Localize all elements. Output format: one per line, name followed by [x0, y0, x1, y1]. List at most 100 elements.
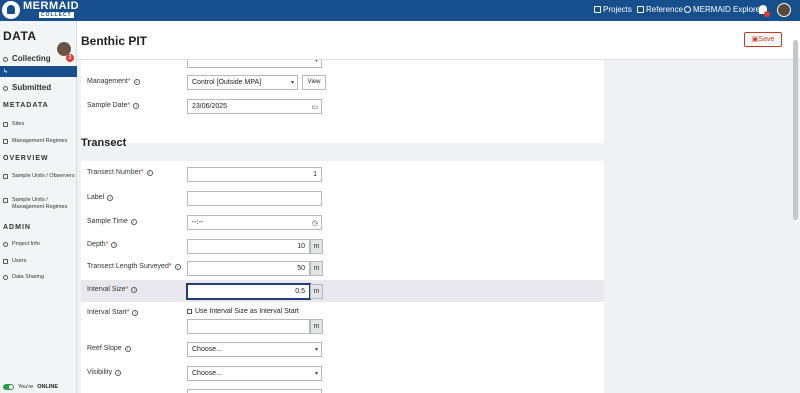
sidebar-item-collecting[interactable]: Collecting [0, 52, 77, 65]
sidebar-selected-collect-record[interactable]: ↳ [0, 66, 77, 77]
projects-icon [594, 6, 601, 13]
nav-projects-link[interactable]: Projects [594, 5, 632, 14]
info-icon[interactable]: i [115, 370, 122, 376]
sidebar-item-project-info[interactable]: Project Info [3, 241, 40, 248]
sidebar: DATA 2 Collecting ↳ Submitted METADATA S… [0, 21, 77, 393]
transect-length-input[interactable]: 50 [187, 261, 310, 276]
info-icon[interactable]: i [131, 287, 138, 293]
transect-length-label: Transect Length Surveyed* i [87, 263, 181, 270]
calendar-icon[interactable]: ▭ [311, 101, 318, 114]
admin-heading: ADMIN [3, 224, 31, 231]
info-icon[interactable]: i [133, 79, 140, 85]
sidebar-item-label: Management Regimes [12, 138, 68, 144]
management-view-button[interactable]: View [302, 75, 326, 90]
label-input[interactable] [187, 191, 322, 206]
interval-start-unit: m [310, 319, 323, 334]
nav-reference-link[interactable]: Reference [637, 5, 683, 14]
transect-length-row: Transect Length Surveyed* i 50 m [81, 257, 604, 279]
interval-start-input[interactable] [187, 319, 310, 334]
table-icon [3, 198, 8, 203]
label-row: Label i [81, 188, 604, 210]
interval-start-row: Interval Start* i Use Interval Size as In… [81, 303, 604, 339]
info-icon[interactable]: i [124, 346, 131, 352]
site-info-panel: ▾ Management* i Control [Outside MPA] ▾ V… [81, 51, 604, 143]
nav-explore-label: MERMAID Explore [693, 5, 761, 14]
sidebar-item-sites[interactable]: Sites [3, 121, 24, 128]
brand-subtitle: COLLECT [39, 12, 74, 18]
page-header: Benthic PIT ▣Save [77, 21, 800, 60]
transect-number-input[interactable]: 1 [187, 167, 322, 182]
sidebar-item-label: Sample Units / Observers [12, 173, 75, 179]
management-regimes-icon [3, 139, 8, 144]
checkbox-icon[interactable] [187, 309, 192, 314]
sidebar-item-data-sharing[interactable]: Data Sharing [3, 274, 44, 281]
management-select[interactable]: Control [Outside MPA] ▾ [187, 75, 298, 90]
online-toggle[interactable] [3, 384, 14, 390]
top-navbar: MERMAID COLLECT Projects Reference MERMA… [0, 0, 800, 21]
sidebar-title: DATA [3, 29, 37, 43]
sidebar-item-submitted[interactable]: Submitted [0, 81, 77, 94]
reef-slope-row: Reef Slope i Choose... ▾ [81, 339, 604, 361]
management-label: Management* i [87, 78, 140, 85]
clock-icon[interactable]: ◷ [312, 217, 318, 230]
info-icon[interactable]: i [133, 103, 140, 109]
sites-icon [3, 122, 8, 127]
info-icon[interactable]: i [146, 170, 153, 176]
sample-time-input[interactable]: --:-- ◷ [187, 215, 322, 230]
page-scrollbar[interactable] [793, 40, 798, 220]
sidebar-item-label: Project Info [12, 241, 40, 247]
save-button[interactable]: ▣Save [744, 32, 782, 47]
sidebar-item-users[interactable]: Users [3, 258, 26, 265]
view-label: View [307, 79, 321, 85]
info-icon[interactable]: i [132, 310, 139, 316]
next-field-partial[interactable] [187, 389, 322, 393]
visibility-row: Visibility i Choose... ▾ [81, 363, 604, 385]
interval-start-label: Interval Start* i [87, 309, 139, 316]
info-icon[interactable]: i [130, 219, 137, 225]
sidebar-item-label: Users [12, 258, 27, 264]
interval-size-unit: m [310, 284, 323, 299]
info-icon [3, 242, 8, 247]
online-status[interactable]: You're ONLINE [3, 384, 58, 390]
page-title: Benthic PIT [81, 34, 148, 48]
interval-size-row: Interval Size* i 0.5 m [81, 280, 604, 302]
info-icon[interactable]: i [107, 195, 114, 201]
depth-input[interactable]: 10 [187, 239, 310, 254]
arrow-icon: ↳ [3, 69, 9, 75]
nav-reference-label: Reference [646, 5, 683, 14]
sample-date-input[interactable]: 23/06/2025 ▭ [187, 99, 322, 114]
chevron-down-icon: ▾ [314, 371, 318, 377]
management-row: Management* i Control [Outside MPA] ▾ Vie… [81, 72, 604, 94]
reef-slope-label: Reef Slope i [87, 345, 131, 352]
reference-icon [637, 6, 644, 13]
sample-time-row: Sample Time i --:-- ◷ [81, 212, 604, 234]
mermaid-logo-icon[interactable] [2, 1, 20, 19]
interval-size-input[interactable]: 0.5 [187, 284, 310, 299]
nav-explore-link[interactable]: MERMAID Explore [684, 5, 760, 14]
online-status-text: ONLINE [37, 384, 59, 390]
transect-panel: Transect Number* i 1 Label i Sample Time i … [81, 161, 604, 393]
reef-slope-select[interactable]: Choose... ▾ [187, 342, 322, 357]
sidebar-item-label: Sites [12, 121, 25, 127]
sidebar-item-label: Submitted [12, 83, 52, 92]
globe-icon [684, 6, 691, 13]
sample-date-row: Sample Date* i 23/06/2025 ▭ [81, 96, 604, 118]
transect-length-unit: m [310, 261, 323, 276]
brand-name[interactable]: MERMAID [23, 0, 79, 12]
notification-dot [764, 11, 770, 17]
visibility-select[interactable]: Choose... ▾ [187, 366, 322, 381]
use-interval-size-checkbox[interactable]: Use Interval Size as Interval Start [187, 308, 299, 315]
chevron-down-icon: ▾ [290, 80, 294, 86]
sidebar-item-sample-units-observers[interactable]: Sample Units / Observers [3, 173, 75, 180]
sidebar-item-management-regimes[interactable]: Management Regimes [3, 138, 67, 145]
info-icon[interactable]: i [111, 242, 118, 248]
user-avatar[interactable] [777, 3, 791, 17]
info-icon[interactable]: i [174, 264, 181, 270]
main-content: ▾ Management* i Control [Outside MPA] ▾ V… [77, 21, 800, 393]
check-circle-icon [3, 56, 8, 62]
check-circle-icon [3, 85, 8, 91]
sidebar-item-sample-units-management[interactable]: Sample Units / Management Regimes [3, 197, 77, 211]
label-label: Label i [87, 194, 114, 201]
share-icon [3, 275, 8, 280]
sidebar-item-label: Data Sharing [12, 274, 45, 280]
